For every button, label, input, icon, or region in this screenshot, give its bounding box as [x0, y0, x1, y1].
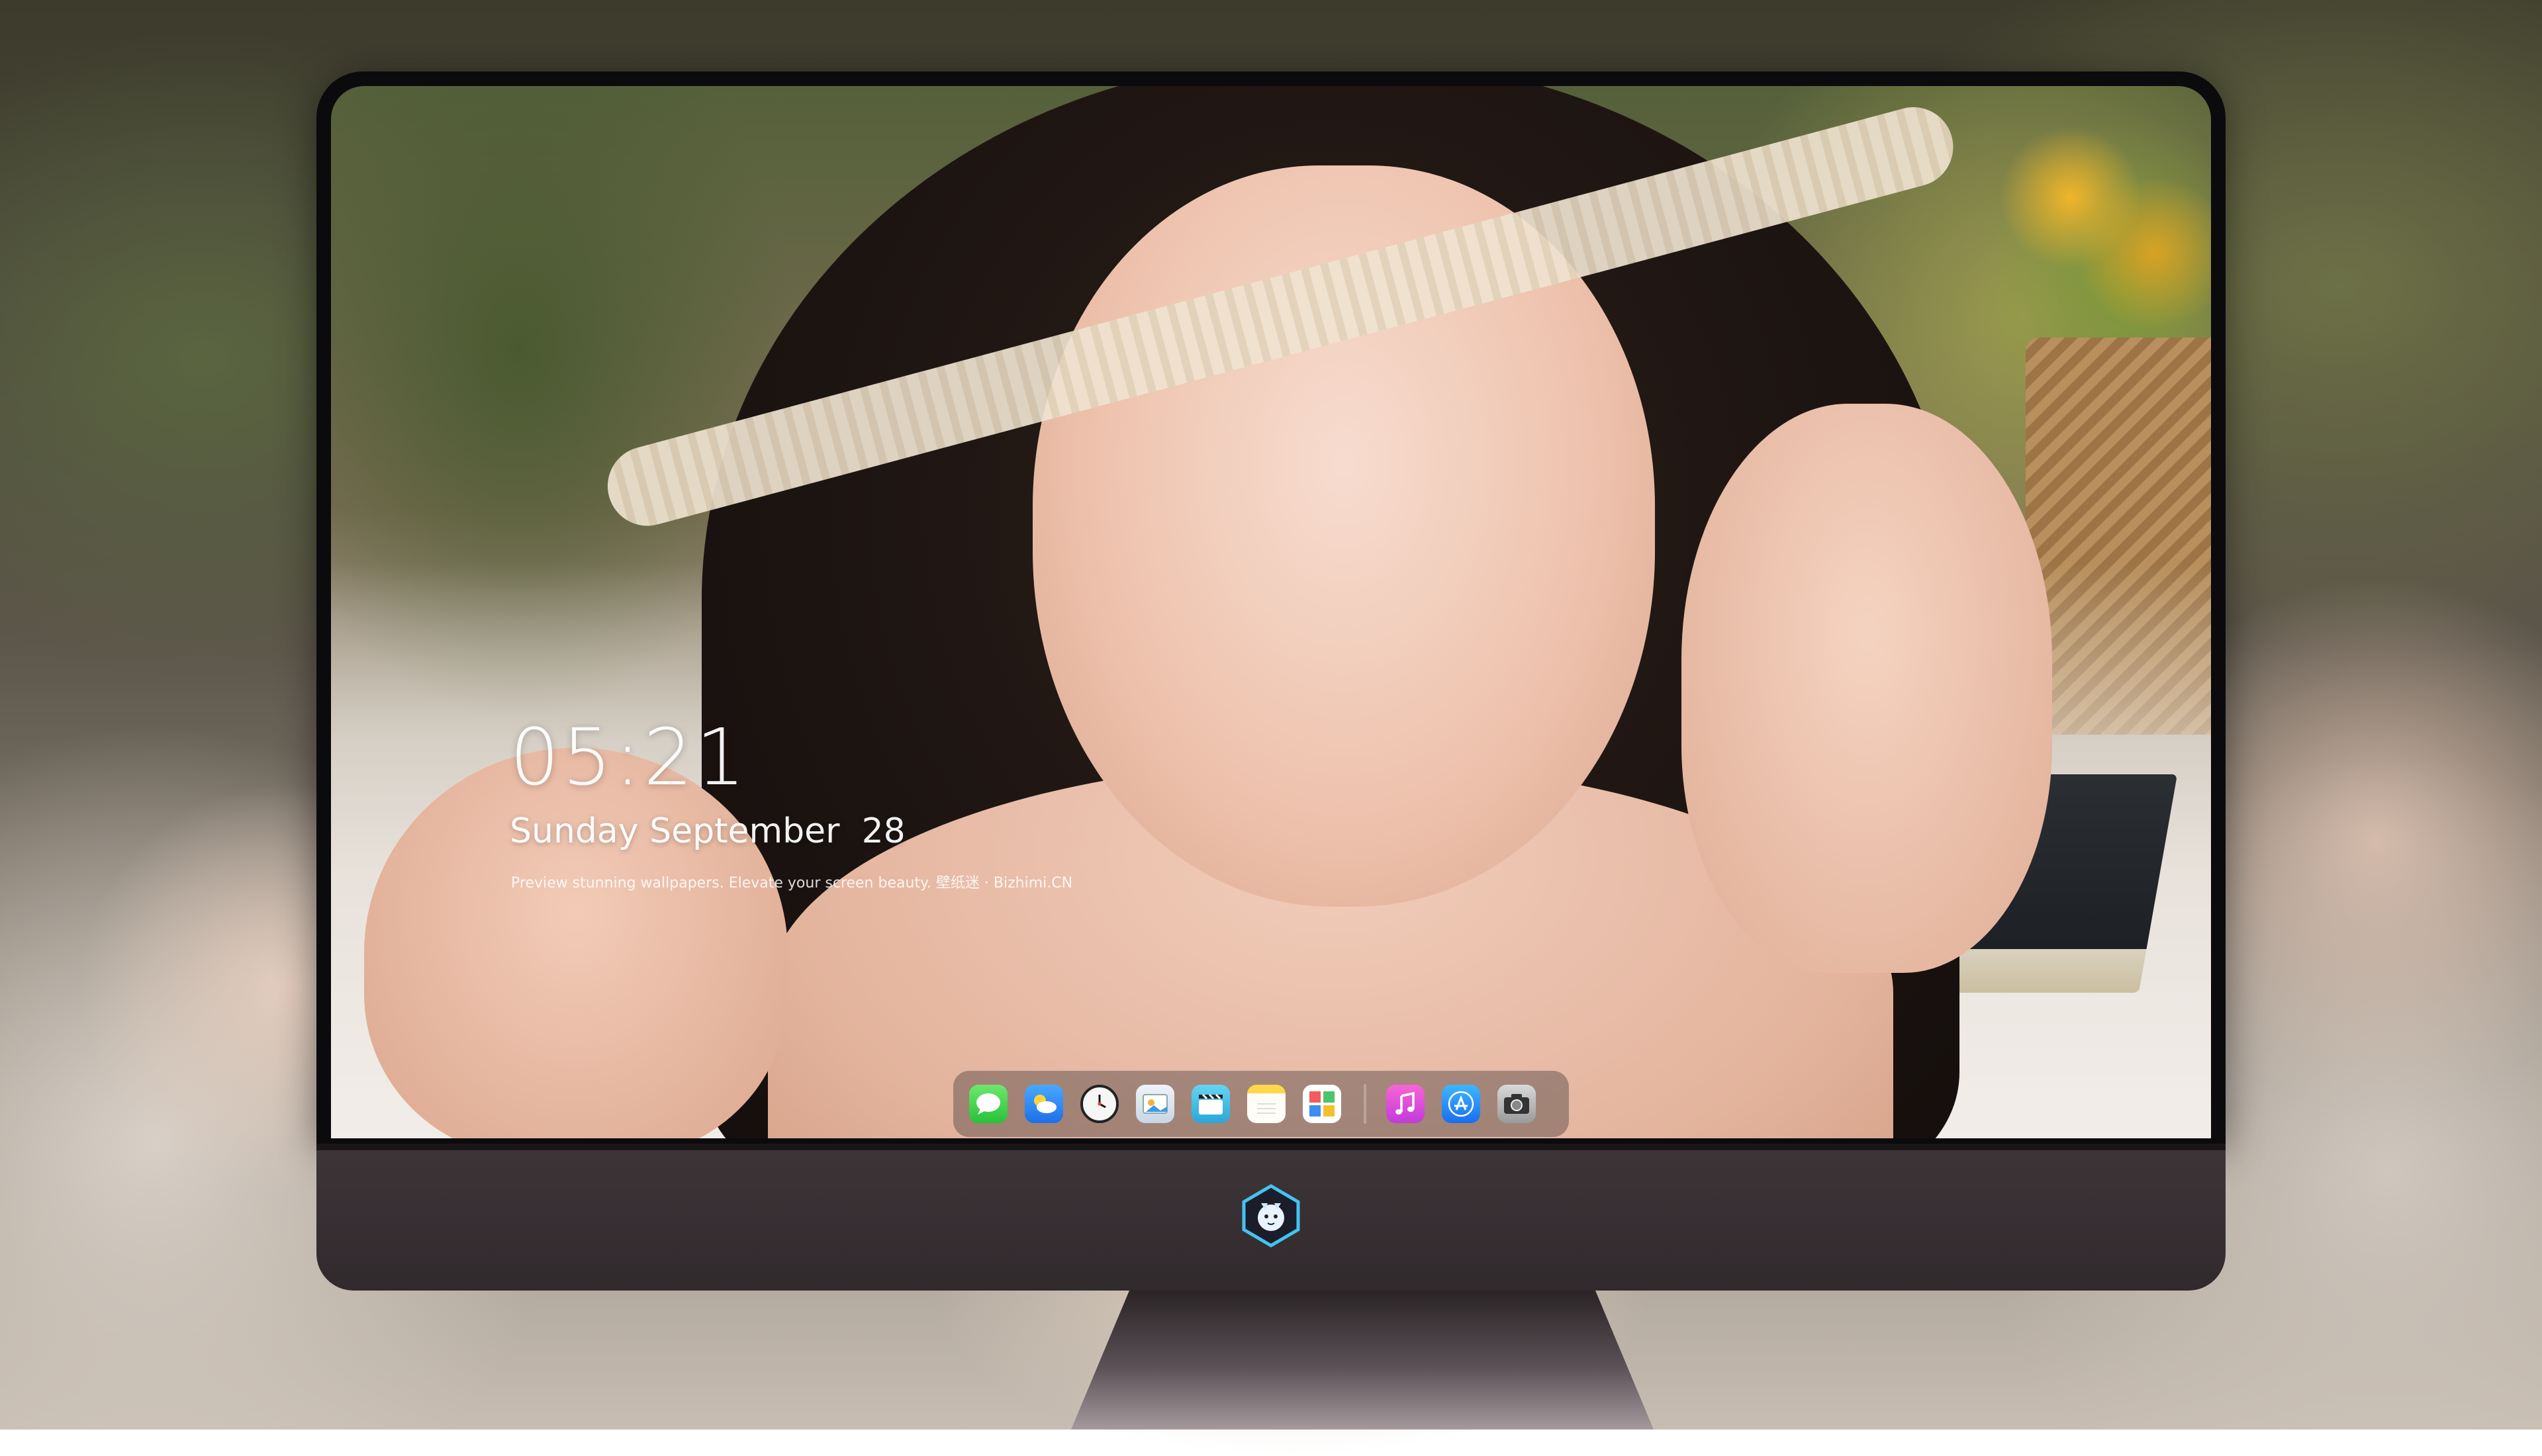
preview-icon[interactable] [1136, 1085, 1174, 1123]
clock-icon[interactable] [1080, 1085, 1119, 1123]
appstore-icon[interactable] [1442, 1085, 1480, 1123]
monitor-chin [316, 1144, 2226, 1291]
notes-icon[interactable] [1247, 1085, 1286, 1123]
camera-icon[interactable] [1497, 1085, 1536, 1123]
music-icon[interactable] [1386, 1085, 1425, 1123]
dock-separator [1364, 1084, 1366, 1124]
dock [953, 1071, 1569, 1137]
photos-icon[interactable] [1303, 1085, 1341, 1123]
clapperboard-icon[interactable] [1192, 1085, 1230, 1123]
monitor-stand [1071, 1291, 1654, 1430]
weather-icon[interactable] [1025, 1085, 1063, 1123]
wallpaper-tagline: Preview stunning wallpapers. Elevate you… [511, 875, 1073, 891]
monitor: 05:21 Sunday September 28 Preview stunni… [316, 71, 2226, 1430]
desktop-screen[interactable]: 05:21 Sunday September 28 Preview stunni… [331, 86, 2211, 1138]
brand-logo [1239, 1183, 1303, 1248]
wallpaper-right-hand [1681, 404, 2052, 973]
wallpaper-flowers [1959, 86, 2211, 364]
clock-date: Sunday September 28 [510, 811, 906, 851]
wallpaper-left-hand [364, 748, 788, 1138]
messages-icon[interactable] [969, 1085, 1008, 1123]
monitor-bezel: 05:21 Sunday September 28 Preview stunni… [316, 71, 2226, 1144]
clock-time: 05:21 [510, 711, 749, 803]
